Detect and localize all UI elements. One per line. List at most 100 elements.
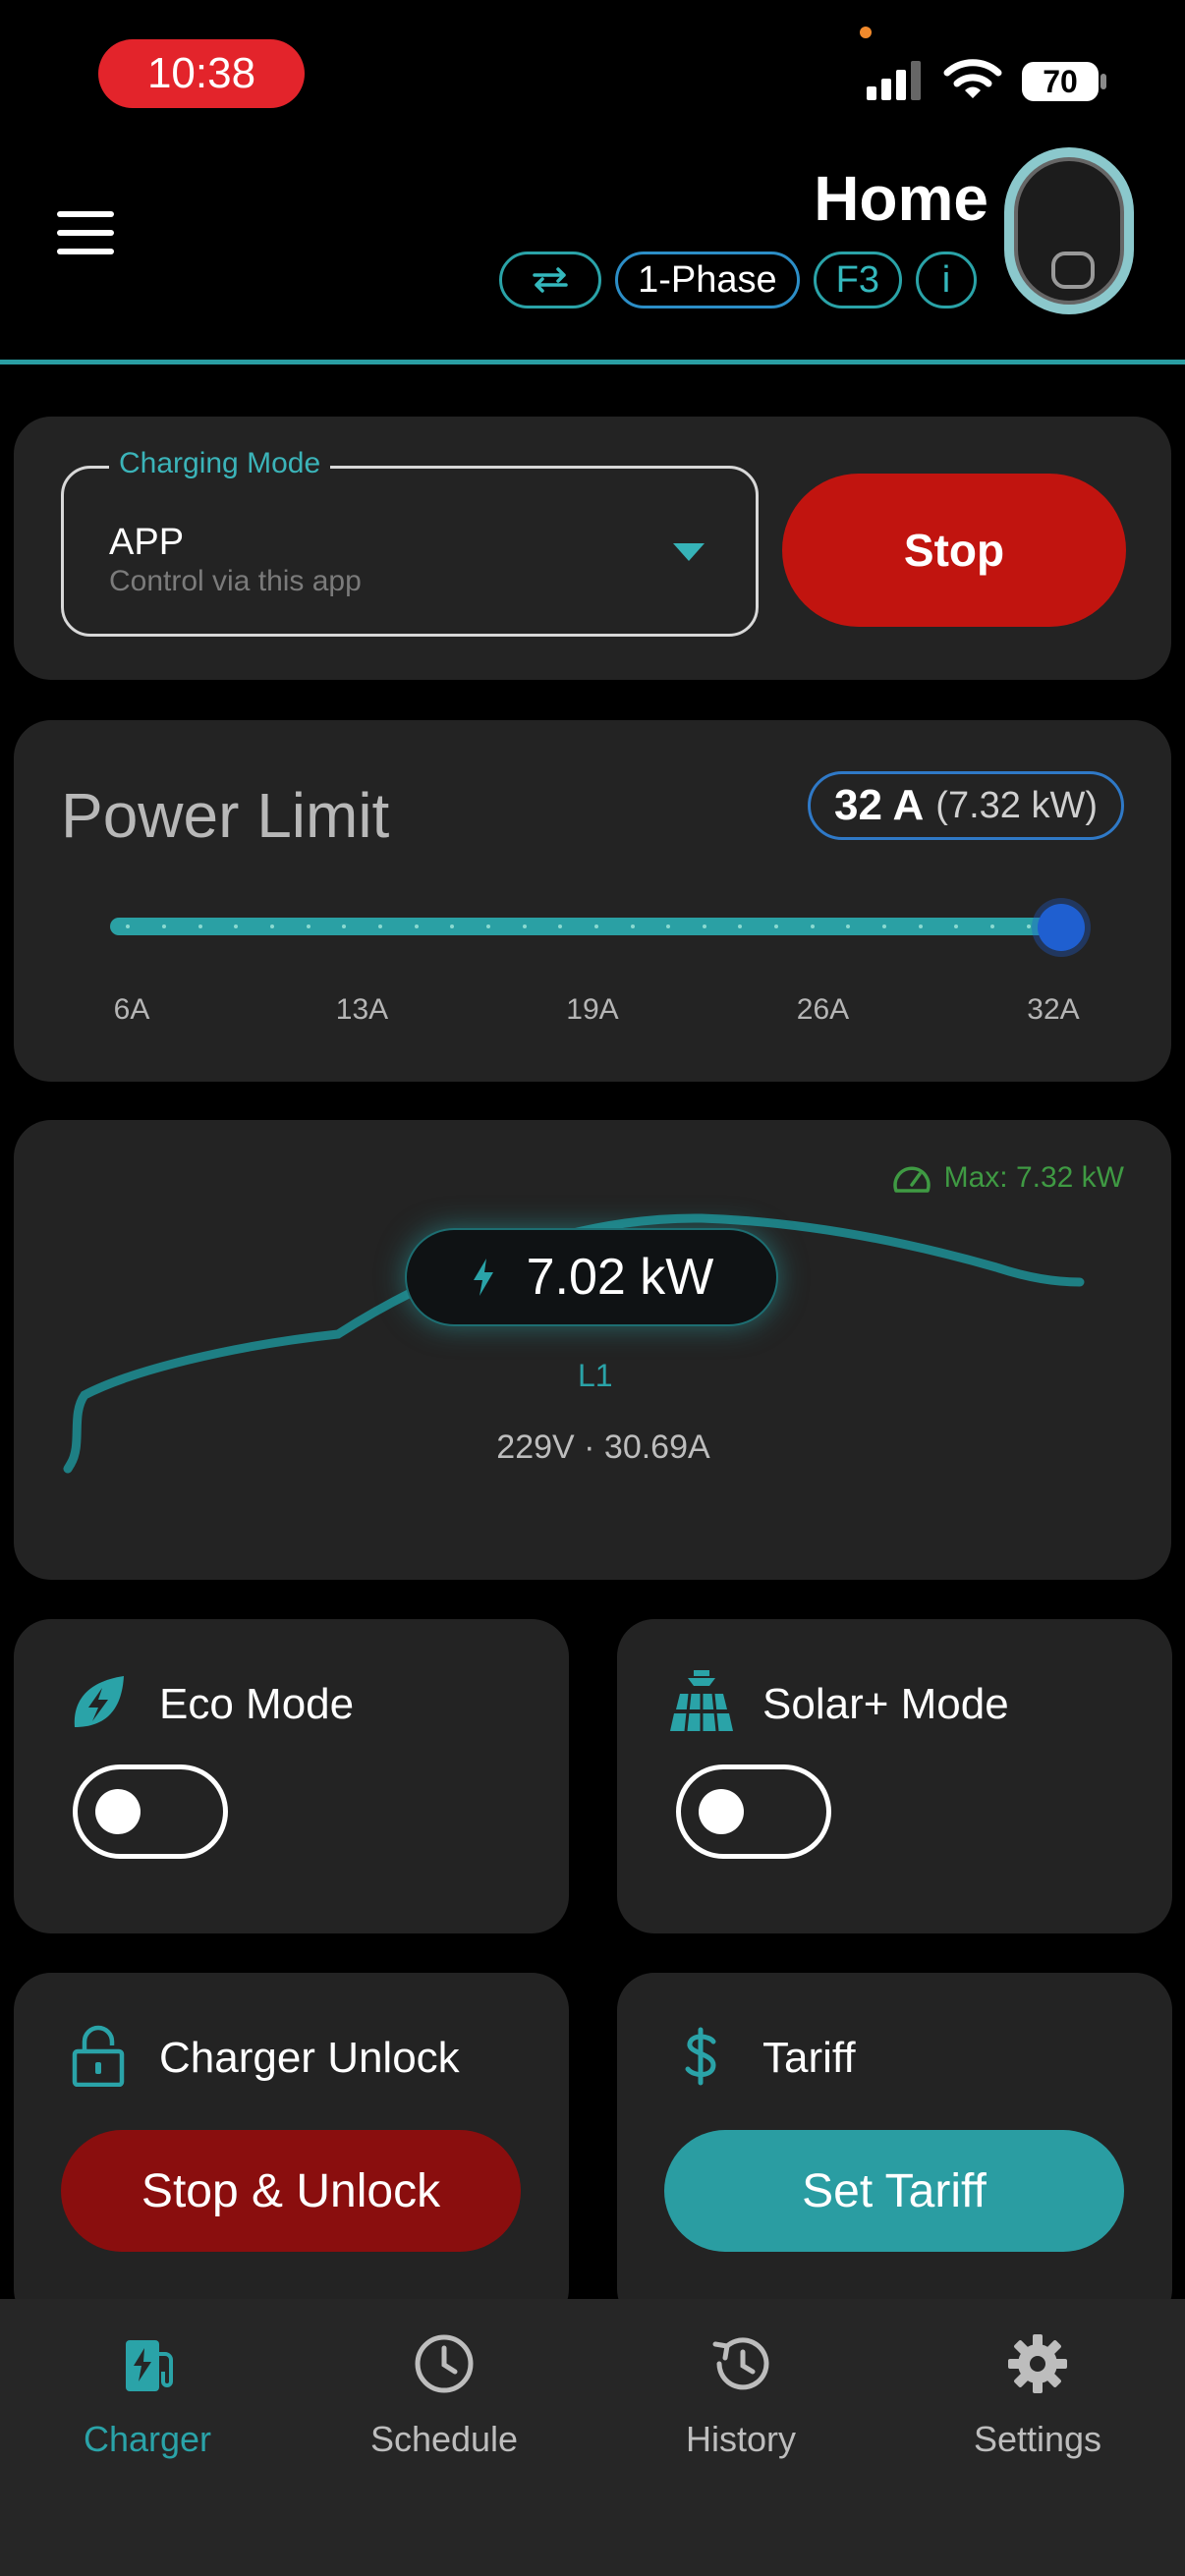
nav-tab-schedule[interactable]: Schedule [316,2328,572,2515]
solar-mode-toggle[interactable] [676,1764,831,1859]
power-limit-title: Power Limit [61,780,390,851]
slider-dot [414,924,419,928]
live-power-card: Max: 7.32 kW 7.02 kW L1 229V · 30.69A [14,1120,1171,1580]
eco-mode-label: Eco Mode [159,1680,355,1728]
slider-dot [774,924,779,928]
slider-tick-dots [110,918,1083,935]
nav-label: Schedule [369,2419,519,2459]
battery-tip [1100,74,1106,89]
max-power-label: Max: 7.32 kW [891,1161,1124,1195]
toggle-knob [699,1789,744,1834]
slider-dot [630,924,635,928]
dollar-icon [685,2027,716,2086]
solar-mode-card: Solar+ Mode [617,1619,1172,1933]
charger-device-image[interactable] [1004,147,1134,314]
header-divider [0,360,1185,364]
tick-label: 26A [796,993,850,1026]
nav-label: History [685,2419,796,2459]
slider-dot [485,924,490,928]
slider-dot [990,924,995,928]
charger-status-chips: 1-Phase F3 i [499,252,977,308]
swap-arrows-icon [533,267,568,293]
power-limit-amps: 32 A [833,781,925,829]
speedometer-icon [892,1166,931,1193]
fault-chip[interactable]: F3 [813,252,902,308]
clock-icon [415,2334,474,2393]
solar-panel-icon [670,1670,733,1732]
current-power-value: 7.02 kW [526,1249,714,1306]
tariff-card: Tariff Set Tariff [617,1973,1172,2326]
info-chip[interactable]: i [916,252,977,308]
tick-label: 13A [335,993,389,1026]
slider-dot [522,924,527,928]
slider-dot [450,924,455,928]
power-limit-kw: (7.32 kW) [935,784,1098,826]
stop-and-unlock-button[interactable]: Stop & Unlock [61,2130,521,2252]
status-time: 10:38 [98,39,305,108]
toggle-knob [95,1789,141,1834]
nav-tab-charger[interactable]: Charger [20,2328,275,2515]
charger-icon [126,2340,173,2391]
voltage-current-readout: 229V · 30.69A [496,1428,710,1466]
charging-mode-value: APP [109,522,185,563]
charger-unlock-card: Charger Unlock Stop & Unlock [14,1973,569,2326]
charger-unlock-label: Charger Unlock [159,2034,460,2082]
charging-mode-legend: Charging Mode [109,447,331,480]
swap-chip[interactable] [499,252,602,308]
power-limit-slider-thumb[interactable] [1038,904,1085,951]
slider-dot [377,924,382,928]
slider-dot [342,924,347,928]
charger-device-body [1014,157,1124,305]
power-limit-slider-track[interactable] [110,918,1083,935]
slider-dot [738,924,743,928]
charging-mode-description: Control via this app [109,565,362,597]
page-title: Home [814,163,988,234]
charging-mode-card: Charging Mode APP Control via this app S… [14,417,1171,680]
current-power-pill: 7.02 kW [405,1228,778,1326]
charging-mode-select[interactable]: Charging Mode APP Control via this app [61,447,759,637]
slider-dot [161,924,166,928]
lightning-bolt-icon [473,1259,493,1296]
history-icon [712,2337,769,2390]
tick-label: 32A [1027,993,1080,1026]
slider-dot [954,924,959,928]
phase-chip[interactable]: 1-Phase [615,252,800,308]
gear-icon [1008,2334,1067,2393]
power-limit-badge: 32 A (7.32 kW) [807,771,1124,840]
slider-dot [234,924,239,928]
phase-label: L1 [578,1358,613,1393]
max-power-value: Max: 7.32 kW [943,1161,1124,1194]
stop-button[interactable]: Stop [782,474,1126,627]
slider-dot [702,924,706,928]
privacy-indicator-dot [860,27,872,38]
nav-tab-settings[interactable]: Settings [910,2328,1165,2515]
battery-level: 70 [1022,62,1099,101]
tick-label: 19A [566,993,619,1026]
nav-label: Charger [83,2419,212,2459]
eco-leaf-icon [74,1676,124,1727]
chevron-down-icon [673,543,705,561]
slider-dot [1026,924,1031,928]
eco-mode-card: Eco Mode [14,1619,569,1933]
cellular-signal-icon [867,61,921,100]
wifi-icon [943,59,1002,98]
slider-dot [593,924,598,928]
set-tariff-button[interactable]: Set Tariff [664,2130,1124,2252]
slider-dot [810,924,815,928]
tariff-label: Tariff [762,2034,856,2082]
slider-dot [882,924,887,928]
slider-dot [198,924,202,928]
menu-icon[interactable] [57,211,114,254]
nav-tab-history[interactable]: History [613,2328,869,2515]
slider-dot [918,924,923,928]
bottom-navigation: Charger Schedule History Settings [0,2299,1185,2576]
slider-dot [306,924,310,928]
solar-mode-label: Solar+ Mode [762,1680,1009,1728]
power-limit-card: Power Limit 32 A (7.32 kW) 6A 13A 19A 26… [14,720,1171,1082]
slider-dot [269,924,274,928]
slider-dot [126,924,131,928]
nav-label: Settings [973,2419,1102,2459]
slider-dot [846,924,851,928]
eco-mode-toggle[interactable] [73,1764,228,1859]
status-bar: 10:38 70 [0,0,1185,138]
